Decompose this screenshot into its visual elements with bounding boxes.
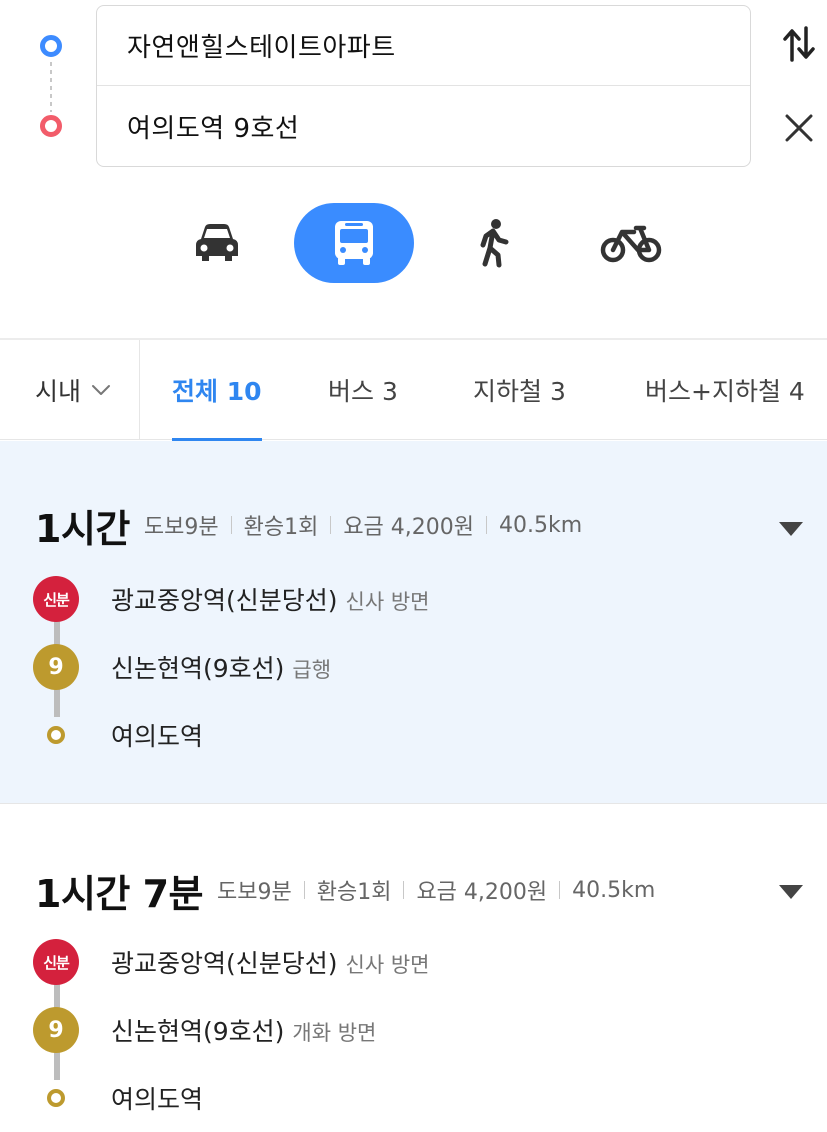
caret-down-icon [779,522,803,536]
distance: 40.5km [499,512,583,538]
station-name: 신논현역(9호선) [111,1017,285,1046]
direction-note: 급행 [292,658,332,682]
car-icon [196,224,238,261]
route-card[interactable]: 1시간 도보9분 환승1회 요금 4,200원 40.5km 신분 광교중앙역(… [0,441,827,803]
meta-separator [230,516,232,534]
route-summary: 1시간 도보9분 환승1회 요금 4,200원 40.5km [35,497,582,553]
fare: 요금 4,200원 [343,515,475,540]
tab-all[interactable]: 전체 10 [172,340,262,441]
meta-separator [330,516,332,534]
sinbundang-line-badge: 신분 [33,576,79,622]
route-steps: 신분 광교중앙역(신분당선) 신사 방면 9 신논현역(9호선) 개화 방면 여의도… [33,928,813,1132]
route-dotted-line [50,62,52,112]
step-label: 광교중앙역(신분당선) 신사 방면 [111,944,429,980]
bus-icon [335,221,373,265]
arrival-dot-icon [47,1089,65,1107]
city-dropdown[interactable]: 시내 [0,340,140,440]
clear-button[interactable] [777,106,821,150]
direction-note: 개화 방면 [292,1021,377,1045]
step-label: 신논현역(9호선) 급행 [111,649,331,685]
direction-note: 신사 방면 [345,590,430,614]
tab-subway[interactable]: 지하철 3 [473,340,566,440]
mode-car-button[interactable] [157,203,277,283]
arrival-dot-icon [47,726,65,744]
meta-separator [303,881,305,899]
step-label: 광교중앙역(신분당선) 신사 방면 [111,581,429,617]
fare: 요금 4,200원 [416,880,548,905]
route-step: 9 신논현역(9호선) 급행 [33,633,813,701]
route-duration: 1시간 [35,506,130,551]
caret-down-icon [779,885,803,899]
close-icon [785,114,813,142]
route-step: 여의도역 [33,701,813,769]
mode-bike-button[interactable] [571,203,691,283]
route-search-panel: 자연앤힐스테이트아파트 여의도역 9호선 [0,0,827,180]
route-step: 9 신논현역(9호선) 개화 방면 [33,996,813,1064]
meta-separator [486,516,488,534]
expand-route-button[interactable] [775,876,807,908]
route-step: 여의도역 [33,1064,813,1132]
bike-icon [600,225,662,263]
line9-badge: 9 [33,1007,79,1053]
station-name: 신논현역(9호선) [111,654,285,683]
station-name: 광교중앙역(신분당선) [111,586,338,615]
tab-bus-subway[interactable]: 버스+지하철 4 [645,340,805,440]
route-meta: 도보9분 환승1회 요금 4,200원 40.5km [144,509,582,541]
walk-time: 도보9분 [217,880,292,905]
chevron-down-icon [92,385,111,395]
direction-note: 신사 방면 [345,953,430,977]
step-label: 여의도역 [111,1080,203,1116]
route-summary: 1시간 7분 도보9분 환승1회 요금 4,200원 40.5km [35,862,655,918]
transport-mode-tabs [0,195,827,295]
meta-separator [403,881,405,899]
meta-separator [559,881,561,899]
swap-arrows-icon [783,26,815,62]
distance: 40.5km [572,877,656,903]
tab-bus[interactable]: 버스 3 [328,340,398,440]
route-step: 신분 광교중앙역(신분당선) 신사 방면 [33,565,813,633]
sinbundang-line-badge: 신분 [33,939,79,985]
station-name: 여의도역 [111,722,204,751]
expand-route-button[interactable] [775,513,807,545]
origin-field[interactable]: 자연앤힐스테이트아파트 [97,6,750,86]
route-duration: 1시간 7분 [35,871,204,916]
station-name: 광교중앙역(신분당선) [111,949,338,978]
mode-walk-button[interactable] [434,203,554,283]
route-steps: 신분 광교중앙역(신분당선) 신사 방면 9 신논현역(9호선) 급행 여의도역 [33,565,813,769]
step-label: 여의도역 [111,717,203,753]
swap-button[interactable] [777,22,821,66]
line9-badge: 9 [33,644,79,690]
transfer-count: 환승1회 [316,880,392,905]
walk-icon [480,219,509,268]
walk-time: 도보9분 [143,515,219,540]
city-dropdown-label: 시내 [35,377,82,406]
route-point-markers [34,0,68,180]
destination-dot-icon [40,115,62,137]
destination-field[interactable]: 여의도역 9호선 [97,86,750,166]
route-step: 신분 광교중앙역(신분당선) 신사 방면 [33,928,813,996]
origin-dot-icon [40,35,62,57]
route-card[interactable]: 1시간 7분 도보9분 환승1회 요금 4,200원 40.5km 신분 광교중… [0,803,827,1114]
transfer-count: 환승1회 [243,515,319,540]
mode-bus-button[interactable] [294,203,414,283]
step-label: 신논현역(9호선) 개화 방면 [111,1012,376,1048]
route-filter-bar: 시내 전체 10 버스 3 지하철 3 버스+지하철 4 [0,340,827,441]
route-meta: 도보9분 환승1회 요금 4,200원 40.5km [217,874,655,906]
route-input-box: 자연앤힐스테이트아파트 여의도역 9호선 [96,5,751,167]
